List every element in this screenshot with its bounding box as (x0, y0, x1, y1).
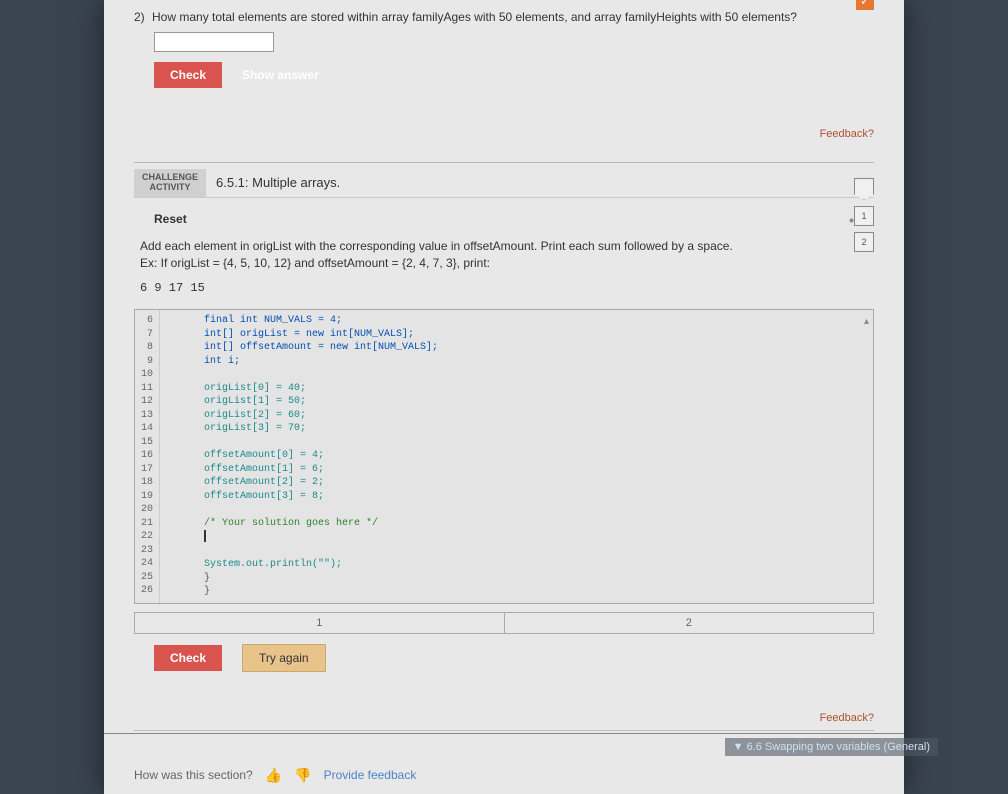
menu-dot-icon[interactable]: • (849, 212, 854, 228)
instructions: Add each element in origList with the co… (134, 234, 874, 276)
test-2[interactable]: 2 (505, 613, 874, 633)
reset-button[interactable]: Reset (154, 212, 187, 226)
test-bar: 1 2 (134, 612, 874, 634)
code-body[interactable]: final int NUM_VALS = 4; int[] origList =… (160, 310, 873, 602)
next-section-link[interactable]: ▼ 6.6 Swapping two variables (General) (725, 738, 938, 756)
code-editor[interactable]: ▴ 67891011121314151617181920212223242526… (134, 309, 874, 603)
feedback-link[interactable]: Feedback? (134, 128, 874, 140)
challenge-title: 6.5.1: Multiple arrays. (206, 169, 350, 197)
feedback-link-2[interactable]: Feedback? (134, 712, 874, 724)
question-number: 2) (134, 10, 145, 24)
check-icon: ✓ (856, 0, 874, 10)
divider-2 (134, 730, 874, 731)
example-output: 6 9 17 15 (134, 275, 874, 301)
challenge-tag: CHALLENGE ACTIVITY (134, 169, 206, 197)
challenge-block: CHALLENGE ACTIVITY 6.5.1: Multiple array… (134, 169, 874, 724)
test-1[interactable]: 1 (135, 613, 505, 633)
step-2[interactable]: 2 (854, 232, 874, 252)
rating-prompt: How was this section? (134, 768, 253, 782)
scroll-up-icon[interactable]: ▴ (864, 316, 869, 328)
thumbs-down-icon[interactable]: 👎 (294, 767, 311, 784)
check-button-2[interactable]: Check (154, 645, 222, 671)
try-again-button[interactable]: Try again (242, 644, 326, 672)
check-button[interactable]: Check (154, 62, 222, 88)
step-1[interactable]: 1 (854, 206, 874, 226)
question-text: How many total elements are stored withi… (152, 10, 797, 24)
provide-feedback-link[interactable]: Provide feedback (324, 768, 417, 782)
show-answer-link[interactable]: Show answer (242, 68, 319, 82)
answer-input[interactable] (154, 32, 274, 52)
footer-divider (104, 733, 904, 734)
divider (134, 162, 874, 163)
shield-icon (854, 178, 874, 200)
thumbs-up-icon[interactable]: 👍 (265, 767, 282, 784)
question-2: 2) How many total elements are stored wi… (134, 0, 874, 156)
line-gutter: 67891011121314151617181920212223242526 (135, 310, 160, 602)
progress-steps: 1 2 (854, 178, 874, 252)
